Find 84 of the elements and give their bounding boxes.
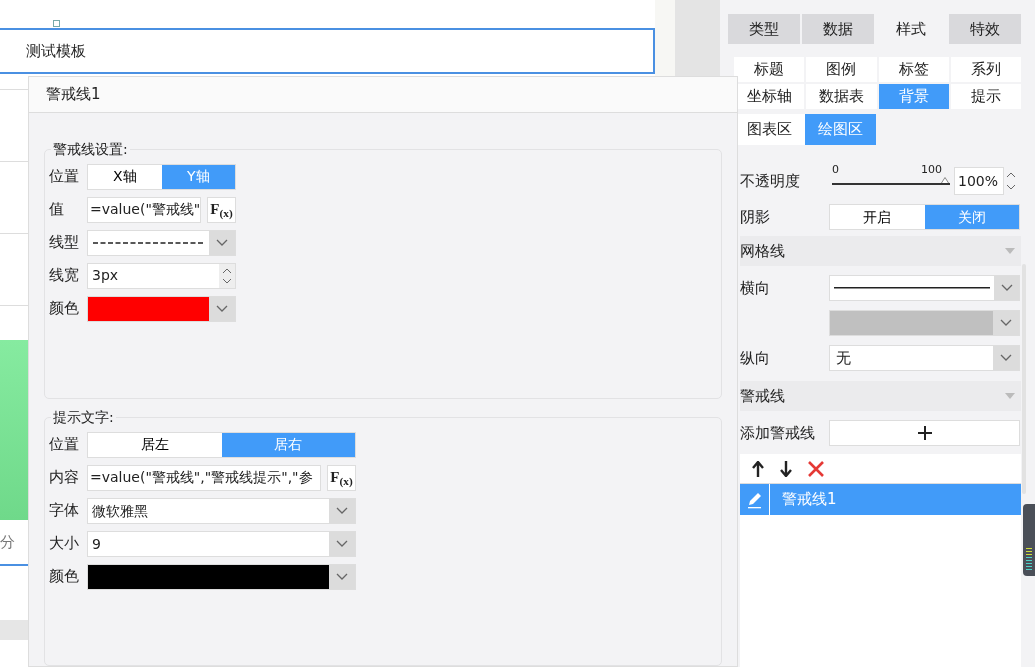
dropdown[interactable] (87, 229, 236, 256)
field-label: 纵向 (740, 347, 771, 369)
tab[interactable]: 类型 (728, 14, 800, 44)
segment-option[interactable]: X轴 (88, 164, 162, 189)
subtab[interactable]: 系列 (950, 57, 1021, 82)
slider-max: 100 (921, 162, 942, 178)
field-label: 颜色 (48, 566, 80, 588)
dropdown-button[interactable] (329, 498, 355, 523)
formula-button[interactable]: F$_{(x)}$ (207, 196, 236, 223)
field-label: 颜色 (48, 298, 80, 320)
section-title: 网格线 (740, 240, 785, 262)
subtab[interactable]: 标签 (878, 57, 949, 82)
chevron-down-icon (336, 506, 348, 515)
field-label: 内容 (48, 467, 80, 489)
line-style-select[interactable] (830, 276, 994, 300)
select-field[interactable]: 无 (830, 346, 993, 370)
section-title: 警戒线 (740, 385, 785, 407)
slider-min: 0 (832, 162, 839, 178)
opacity-label: 不透明度 (740, 170, 801, 192)
segment-option[interactable]: 开启 (830, 205, 925, 229)
solid-line-icon (834, 287, 990, 289)
formula-field[interactable]: =value("警戒线" (87, 196, 201, 223)
subtab[interactable]: 图例 (806, 57, 877, 82)
formula-field[interactable]: =value("警戒线","警戒线提示","参 (87, 464, 321, 491)
segment-option[interactable]: 居左 (88, 432, 222, 457)
caret-down-icon (1005, 248, 1015, 254)
field-label: 字体 (48, 500, 80, 522)
field-label: 位置 (48, 434, 80, 456)
pencil-icon[interactable] (745, 490, 764, 509)
subtab[interactable]: 标题 (734, 57, 805, 82)
field-label: 线宽 (48, 265, 80, 287)
color-swatch[interactable] (88, 296, 209, 321)
color-swatch[interactable] (830, 311, 993, 335)
chevron-down-icon (336, 572, 348, 581)
field-label: 位置 (48, 166, 80, 188)
arrow-up-icon[interactable] (752, 460, 764, 477)
dropdown-button[interactable] (209, 230, 235, 255)
dropdown[interactable]: 无 (829, 345, 1020, 371)
tab[interactable]: 特效 (949, 14, 1021, 44)
chevron-down-icon (216, 238, 228, 247)
dropdown-button[interactable] (993, 311, 1019, 335)
caret-down-icon (1005, 393, 1015, 399)
chevron-down-icon (216, 304, 228, 313)
field-label: 横向 (740, 277, 771, 299)
formula-button[interactable]: F$_{(x)}$ (327, 464, 356, 491)
field-label: 线型 (48, 232, 80, 254)
color-picker[interactable] (829, 310, 1020, 336)
section-header[interactable]: 网格线 (740, 236, 1021, 266)
resize-handle[interactable] (53, 20, 60, 27)
chevron-down-icon (1000, 354, 1012, 362)
dialog-title: 警戒线1 (46, 84, 101, 106)
select-value: 微软雅黑 (88, 498, 329, 523)
subtab[interactable]: 数据表 (806, 84, 877, 109)
arrow-down-icon[interactable] (780, 460, 792, 477)
axis-label: 分 (0, 531, 15, 553)
dropdown[interactable]: 微软雅黑 (87, 497, 356, 524)
dropdown-button[interactable] (209, 296, 235, 321)
template-title: 测试模板 (26, 40, 86, 62)
dashed-line-icon (93, 241, 203, 244)
add-warning-label: 添加警戒线 (740, 422, 816, 444)
opacity-field[interactable]: 100% (954, 167, 1004, 195)
dropdown[interactable] (829, 275, 1020, 301)
chevron-down-icon (1000, 319, 1012, 327)
tab[interactable]: 数据 (801, 14, 874, 44)
level-meter-icon (1023, 504, 1035, 576)
dropdown-button[interactable] (329, 531, 355, 556)
subtab[interactable]: 提示 (950, 84, 1021, 109)
dropdown-button[interactable] (993, 346, 1019, 370)
field-label: 大小 (48, 533, 80, 555)
select-value: 9 (88, 531, 329, 556)
plus-icon (917, 426, 932, 440)
dropdown-button[interactable] (994, 276, 1019, 300)
section-header[interactable]: 警戒线 (740, 381, 1021, 411)
chevron-down-icon (1000, 284, 1013, 292)
dropdown-button[interactable] (329, 564, 355, 589)
warning-line-label: 警戒线1 (781, 489, 837, 511)
shadow-label: 阴影 (740, 206, 771, 228)
close-icon[interactable] (808, 460, 824, 477)
chevron-down-icon (336, 539, 348, 548)
color-picker[interactable] (87, 295, 236, 322)
dropdown[interactable]: 9 (87, 530, 356, 557)
field-label: 值 (48, 199, 65, 221)
color-picker[interactable] (87, 563, 356, 590)
color-swatch[interactable] (88, 564, 329, 589)
